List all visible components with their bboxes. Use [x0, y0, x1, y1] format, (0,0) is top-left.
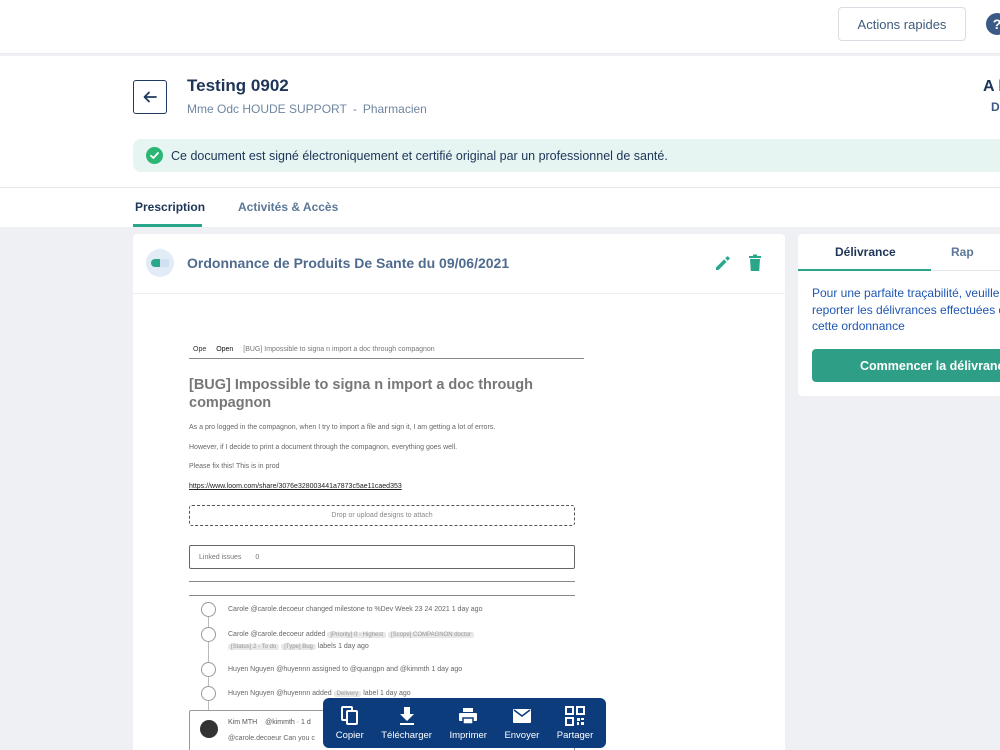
signature-banner-text: Ce document est signé électroniquement e…: [171, 148, 668, 163]
copy-button[interactable]: Copier: [335, 705, 364, 741]
patient-sub-truncated: D: [991, 100, 1000, 114]
label-tag: Delivery: [333, 691, 362, 697]
card-header: Ordonnance de Produits De Sante du 09/06…: [133, 234, 785, 294]
preview-paragraph-3: Please fix this! This is in prod: [189, 463, 280, 470]
download-button[interactable]: Télécharger: [381, 706, 432, 741]
divider: [189, 358, 584, 359]
preview-linked-issues: Linked issues 0: [189, 545, 575, 569]
author-role: Pharmacien: [362, 102, 427, 116]
comment-body: @carole.decoeur Can you c: [228, 735, 315, 742]
preview-loom-link: https://www.loom.com/share/3076e32800344…: [189, 483, 402, 490]
label-tag: [Status] 2 - To do: [228, 644, 280, 650]
delivery-panel: Délivrance Rap Pour une parfaite traçabi…: [798, 234, 1000, 396]
preview-paragraph-1: As a pro logged in the compagnon, when I…: [189, 424, 496, 431]
send-label: Envoyer: [504, 729, 540, 741]
tab-rap[interactable]: Rap: [951, 245, 974, 259]
share-button[interactable]: Partager: [556, 705, 594, 741]
download-icon: [399, 706, 414, 725]
quick-actions-button[interactable]: Actions rapides: [838, 7, 966, 41]
document-header: Testing 0902 Mme Odc HOUDE SUPPORT - Pharm…: [0, 56, 1000, 187]
print-label: Imprimer: [449, 729, 487, 741]
comment-author: Kim MTH: [228, 719, 258, 726]
timeline-text: Huyen Nguyen @huyennn added: [228, 690, 332, 697]
tab-delivrance[interactable]: Délivrance: [835, 245, 896, 259]
share-label: Partager: [556, 729, 594, 741]
active-tab-indicator: [133, 224, 202, 227]
timeline-suffix: label 1 day ago: [363, 690, 411, 697]
active-tab-indicator: [798, 269, 931, 271]
start-delivery-button[interactable]: Commencer la délivrance: [812, 349, 1000, 382]
document-preview: Ope Open [BUG] Impossible to signa n imp…: [133, 294, 785, 750]
action-toolbar: Copier Télécharger Imprimer Envoyer Part…: [323, 698, 606, 748]
comment-handle: @kimmth · 1 d: [265, 719, 311, 726]
separator: -: [352, 102, 357, 116]
preview-tab-open: Open: [216, 346, 234, 353]
edit-icon[interactable]: [713, 254, 731, 277]
label-tag: [Type] Bug: [281, 644, 316, 650]
patient-name-truncated: A l: [983, 78, 1000, 95]
delivery-instructions: Pour une parfaite traçabilité, veuillez …: [812, 286, 1000, 333]
preview-issue-title: [BUG] Impossible to signa n import a doc…: [189, 377, 533, 411]
trash-icon[interactable]: [747, 254, 763, 277]
divider: [189, 581, 575, 582]
prescription-card: Ordonnance de Produits De Sante du 09/06…: [133, 234, 785, 750]
pill-icon: [146, 249, 174, 277]
print-button[interactable]: Imprimer: [449, 706, 487, 741]
check-circle-icon: [146, 147, 163, 164]
timeline-entry-continued: [Status] 2 - To do [Type] Bug labels 1 d…: [228, 643, 369, 650]
tab-activites-acces[interactable]: Activités & Accès: [238, 200, 338, 214]
linked-issues-label: Linked issues: [199, 553, 242, 561]
print-icon: [459, 707, 478, 725]
user-icon: [201, 662, 216, 677]
preview-tab-row: Ope Open [BUG] Impossible to signa n imp…: [193, 346, 443, 353]
timeline-entry: Carole @carole.decoeur added [Priority] …: [228, 631, 474, 638]
timeline-suffix: labels 1 day ago: [317, 643, 369, 650]
arrow-left-icon: [143, 91, 157, 103]
label-tag: [Scope] COMPAGNON doctor: [387, 632, 474, 638]
preview-tab-issue: [BUG] Impossible to signa n import a doc…: [243, 346, 435, 353]
divider: [189, 595, 575, 596]
label-tag: [Priority] 0 - Highest: [327, 632, 387, 638]
copy-label: Copier: [335, 729, 364, 741]
linked-issues-count: 0: [255, 553, 260, 561]
card-title: Ordonnance de Produits De Sante du 09/06…: [187, 255, 510, 271]
timeline-entry: Carole @carole.decoeur changed milestone…: [228, 606, 483, 613]
timeline-entry: Huyen Nguyen @huyennn assigned to @quang…: [228, 666, 463, 673]
timeline-text: Carole @carole.decoeur added: [228, 631, 326, 638]
mail-icon: [512, 708, 531, 723]
tag-icon: [201, 686, 216, 701]
qr-code-icon: [565, 705, 586, 726]
preview-paragraph-2: However, if I decide to print a document…: [189, 444, 458, 451]
tag-icon: [201, 627, 216, 642]
signature-banner: Ce document est signé électroniquement e…: [133, 139, 1000, 172]
help-icon[interactable]: ?: [986, 13, 1000, 35]
clock-icon: [201, 602, 216, 617]
download-label: Télécharger: [381, 729, 432, 741]
dropzone-text: Drop or upload designs to attach: [331, 512, 433, 519]
avatar: [200, 720, 218, 738]
copy-icon: [340, 705, 358, 725]
top-bar: Actions rapides ?: [0, 0, 1000, 54]
document-author-line: Mme Odc HOUDE SUPPORT - Pharmacien: [187, 102, 427, 116]
comment-header: Kim MTH @kimmth · 1 d: [228, 719, 311, 726]
send-button[interactable]: Envoyer: [504, 706, 539, 741]
page-title: Testing 0902: [187, 76, 289, 95]
timeline-entry: Huyen Nguyen @huyennn added Delivery lab…: [228, 690, 411, 697]
preview-dropzone: Drop or upload designs to attach: [189, 505, 575, 526]
tab-prescription[interactable]: Prescription: [135, 200, 205, 214]
author-name: Mme Odc HOUDE SUPPORT: [187, 102, 347, 116]
back-button[interactable]: [133, 80, 167, 114]
preview-tab-ope: Ope: [193, 346, 207, 353]
tab-bar: Prescription Activités & Accès: [0, 187, 1000, 227]
